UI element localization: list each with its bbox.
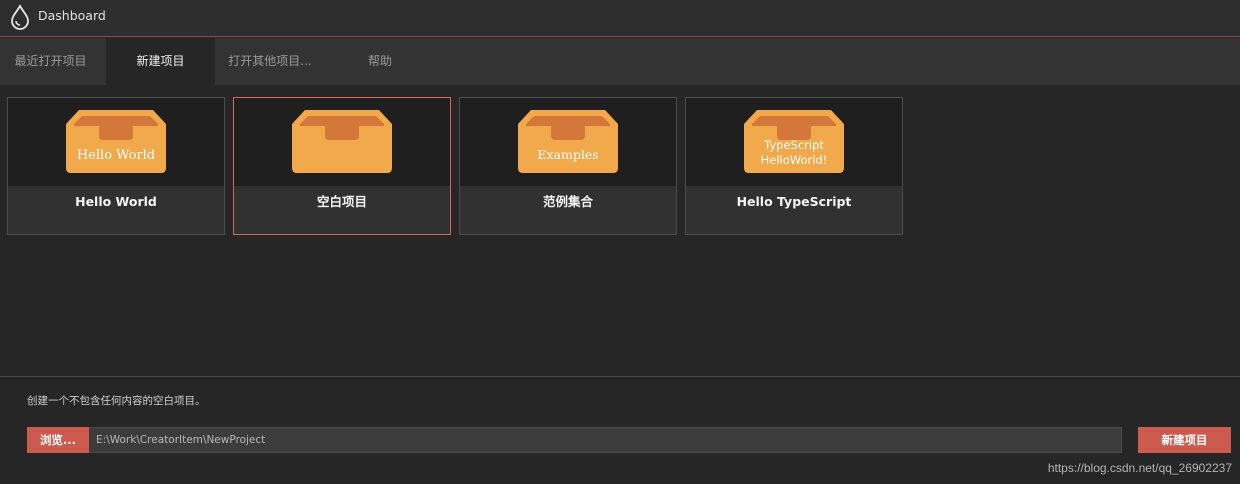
footer-divider [0,376,1240,377]
project-box-icon: Examples [518,110,618,173]
template-card-examples[interactable]: Examples 范例集合 [459,97,677,235]
project-box-icon: Hello World [66,110,166,173]
template-description: 创建一个不包含任何内容的空白项目。 [27,395,206,407]
cocos-logo-icon [11,4,29,30]
template-thumbnail: TypeScript HelloWorld! [686,98,902,186]
app-title: Dashboard [38,8,106,23]
template-thumbnail [234,98,450,186]
template-name: 范例集合 [542,194,593,209]
template-thumbnail: Hello World [8,98,224,186]
template-card-blank-project[interactable]: 空白项目 [233,97,451,235]
tab-recent-projects[interactable]: 最近打开项目 [0,38,101,85]
box-label-line1: TypeScript [763,138,824,152]
tab-help[interactable]: 帮助 [338,38,422,85]
title-bar: Dashboard [0,0,1240,37]
template-card-hello-world[interactable]: Hello World Hello World [7,97,225,235]
box-label: Hello World [77,148,155,163]
template-thumbnail: Examples [460,98,676,186]
template-card-hello-typescript[interactable]: TypeScript HelloWorld! Hello TypeScript [685,97,903,235]
project-box-icon [292,110,392,173]
create-project-button[interactable]: 新建项目 [1138,427,1231,453]
tab-new-project[interactable]: 新建项目 [106,38,215,85]
box-label-line2: HelloWorld! [761,153,828,167]
browse-button[interactable]: 浏览... [27,427,89,453]
project-box-icon: TypeScript HelloWorld! [744,110,844,173]
project-path-input[interactable]: E:\Work\CreatorItem\NewProject [89,427,1122,453]
template-name: 空白项目 [316,194,367,209]
watermark: https://blog.csdn.net/qq_26902237 [1047,461,1232,475]
box-label: Examples [537,147,598,162]
template-name: Hello TypeScript [736,194,852,209]
tab-bar: 最近打开项目 新建项目 打开其他项目... 帮助 [0,38,1240,85]
tab-open-other-project[interactable]: 打开其他项目... [215,38,325,85]
template-name: Hello World [75,194,157,209]
